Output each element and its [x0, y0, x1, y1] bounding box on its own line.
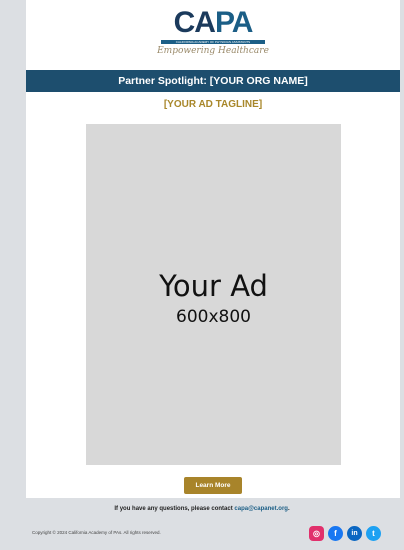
ad-size: 600x800: [176, 307, 251, 327]
capa-logo: CAPA CALIFORNIA ACADEMY OF PHYSICIAN ASS…: [26, 8, 400, 68]
logo-wordmark: CAPA: [173, 6, 254, 39]
ad-title: Your Ad: [159, 269, 268, 303]
linkedin-icon[interactable]: in: [347, 526, 362, 541]
ad-placeholder[interactable]: Your Ad 600x800: [86, 124, 341, 465]
partner-spotlight-banner: Partner Spotlight: [YOUR ORG NAME]: [26, 70, 400, 92]
copyright-text: Copyright © 2024 California Academy of P…: [32, 530, 161, 535]
contact-line: If you have any questions, please contac…: [0, 506, 404, 512]
contact-text: If you have any questions, please contac…: [114, 506, 235, 512]
email-card: CAPA CALIFORNIA ACADEMY OF PHYSICIAN ASS…: [26, 0, 400, 498]
contact-trailing: .: [287, 506, 290, 512]
learn-more-button[interactable]: Learn More: [184, 477, 242, 494]
social-links: ◎ f in t: [309, 526, 385, 542]
instagram-icon[interactable]: ◎: [309, 526, 324, 541]
logo-ca: CA: [173, 6, 216, 39]
facebook-icon[interactable]: f: [328, 526, 343, 541]
ad-tagline: [YOUR AD TAGLINE]: [163, 99, 263, 110]
logo-pa: PA: [214, 6, 253, 39]
logo-tagline: Empowering Healthcare: [157, 46, 269, 56]
twitter-icon[interactable]: t: [366, 526, 381, 541]
contact-email-link[interactable]: capa@capanet.org: [234, 506, 288, 512]
logo-subtitle-bar: CALIFORNIA ACADEMY OF PHYSICIAN ASSISTAN…: [161, 40, 265, 44]
page: CAPA CALIFORNIA ACADEMY OF PHYSICIAN ASS…: [0, 0, 404, 550]
